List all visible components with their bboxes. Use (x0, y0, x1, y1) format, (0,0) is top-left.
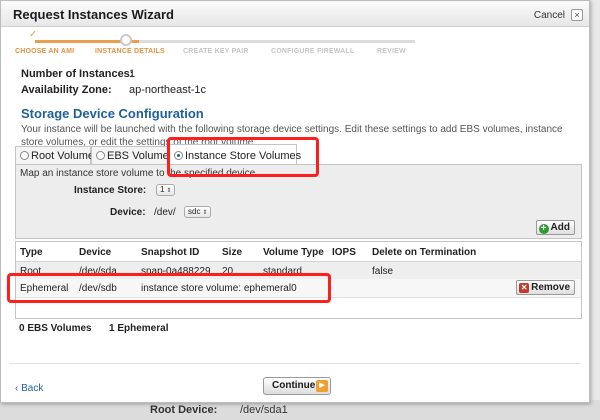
select-arrows-icon: ⇕ (166, 188, 172, 194)
instance-store-value: 1 (160, 185, 165, 194)
continue-button-label: Continue (272, 380, 316, 391)
tab-root-volume-label: Root Volume (31, 150, 94, 162)
back-link[interactable]: ‹ Back (15, 383, 43, 394)
device-select[interactable]: sdc ⇕ (184, 206, 212, 218)
ebs-volume-count: 0 EBS Volumes (19, 323, 92, 334)
tab-root-volume[interactable]: Root Volume (15, 146, 94, 165)
footer-divider (9, 363, 581, 364)
wizard-steps: ✓ CHOOSE AN AMI INSTANCE DETAILS CREATE … (13, 29, 415, 59)
cell-size: 20 (222, 266, 234, 277)
step-progress-remaining (139, 40, 415, 43)
cell-device: /dev/sdb (79, 283, 117, 294)
close-icon[interactable]: × (571, 9, 583, 21)
plus-icon: + (538, 224, 549, 234)
step-configure-firewall: CONFIGURE FIREWALL (271, 48, 355, 55)
device-label: Device: (110, 207, 146, 218)
volumes-table: Type Device Snapshot ID Size Volume Type… (15, 241, 582, 319)
add-button-label: Add (550, 222, 570, 233)
header-delete-on-termination: Delete on Termination (372, 247, 477, 258)
instance-store-select[interactable]: 1 ⇕ (156, 184, 176, 196)
tab-instance-store-volumes[interactable]: Instance Store Volumes (169, 144, 301, 165)
step-instance-details: INSTANCE DETAILS (95, 48, 165, 55)
storage-section-title: Storage Device Configuration (21, 106, 204, 121)
step-create-key-pair: CREATE KEY PAIR (183, 48, 249, 55)
wizard-dialog: Request Instances Wizard Cancel × ✓ CHOO… (0, 0, 590, 403)
cell-device: /dev/sda (79, 266, 117, 277)
header-volume-type: Volume Type (263, 247, 324, 258)
back-chevron-icon: ‹ (15, 383, 19, 394)
add-button[interactable]: + Add (535, 220, 575, 235)
continue-button[interactable]: Continue ▶ (263, 377, 331, 395)
remove-x-icon: ✕ (519, 283, 530, 293)
device-prefix: /dev/ (154, 207, 176, 218)
back-link-label: Back (21, 383, 44, 394)
instance-store-panel: Map an instance store volume to the spec… (15, 164, 582, 239)
cell-type: Root (20, 266, 42, 277)
header-device: Device (79, 247, 112, 258)
cell-type: Ephemeral (20, 283, 69, 294)
remove-button[interactable]: ✕ Remove (516, 280, 575, 295)
cancel-link[interactable]: Cancel (534, 10, 565, 21)
device-value: sdc (188, 207, 201, 216)
current-step-dot (120, 34, 132, 46)
remove-button-label: Remove (531, 282, 570, 293)
background-strip (0, 400, 600, 420)
zone-label: Availability Zone: (21, 84, 112, 96)
cell-volume-type: standard (263, 266, 302, 277)
continue-arrow-icon: ▶ (316, 380, 328, 392)
cell-delete: false (372, 266, 394, 277)
cell-snapshot: snap-0a488229 (141, 266, 211, 277)
cell-snapshot: instance store volume: ephemeral0 (141, 283, 297, 294)
tab-instance-store-volumes-label: Instance Store Volumes (185, 150, 302, 162)
step-check-icon: ✓ (29, 29, 38, 40)
table-row[interactable]: Ephemeral /dev/sdb instance store volume… (16, 279, 581, 298)
select-arrows-icon: ⇕ (202, 210, 208, 216)
header-snapshot-id: Snapshot ID (141, 247, 200, 258)
radio-root-volume[interactable] (20, 151, 29, 160)
tab-ebs-volumes[interactable]: EBS Volumes (91, 146, 174, 165)
title-bar: Request Instances Wizard Cancel × (1, 1, 589, 27)
instances-label: Number of Instances: (21, 68, 134, 80)
instance-store-label: Instance Store: (74, 185, 147, 196)
header-size: Size (222, 247, 243, 258)
ephemeral-count: 1 Ephemeral (109, 323, 169, 334)
header-iops: IOPS (332, 247, 356, 258)
background-root-device-label: Root Device: (150, 404, 218, 416)
radio-instance-store-volumes[interactable] (174, 151, 183, 160)
step-review: REVIEW (377, 48, 406, 55)
dialog-title: Request Instances Wizard (13, 7, 174, 22)
zone-value: ap-northeast-1c (129, 84, 207, 96)
tab-ebs-volumes-label: EBS Volumes (107, 150, 175, 162)
header-type: Type (20, 247, 43, 258)
panel-description: Map an instance store volume to the spec… (20, 168, 258, 179)
background-root-device-value: /dev/sda1 (240, 404, 288, 416)
radio-ebs-volumes[interactable] (96, 151, 105, 160)
instances-value: 1 (129, 68, 136, 80)
table-row[interactable]: Root /dev/sda snap-0a488229 20 standard … (16, 261, 581, 280)
step-choose-ami: CHOOSE AN AMI (15, 48, 75, 55)
